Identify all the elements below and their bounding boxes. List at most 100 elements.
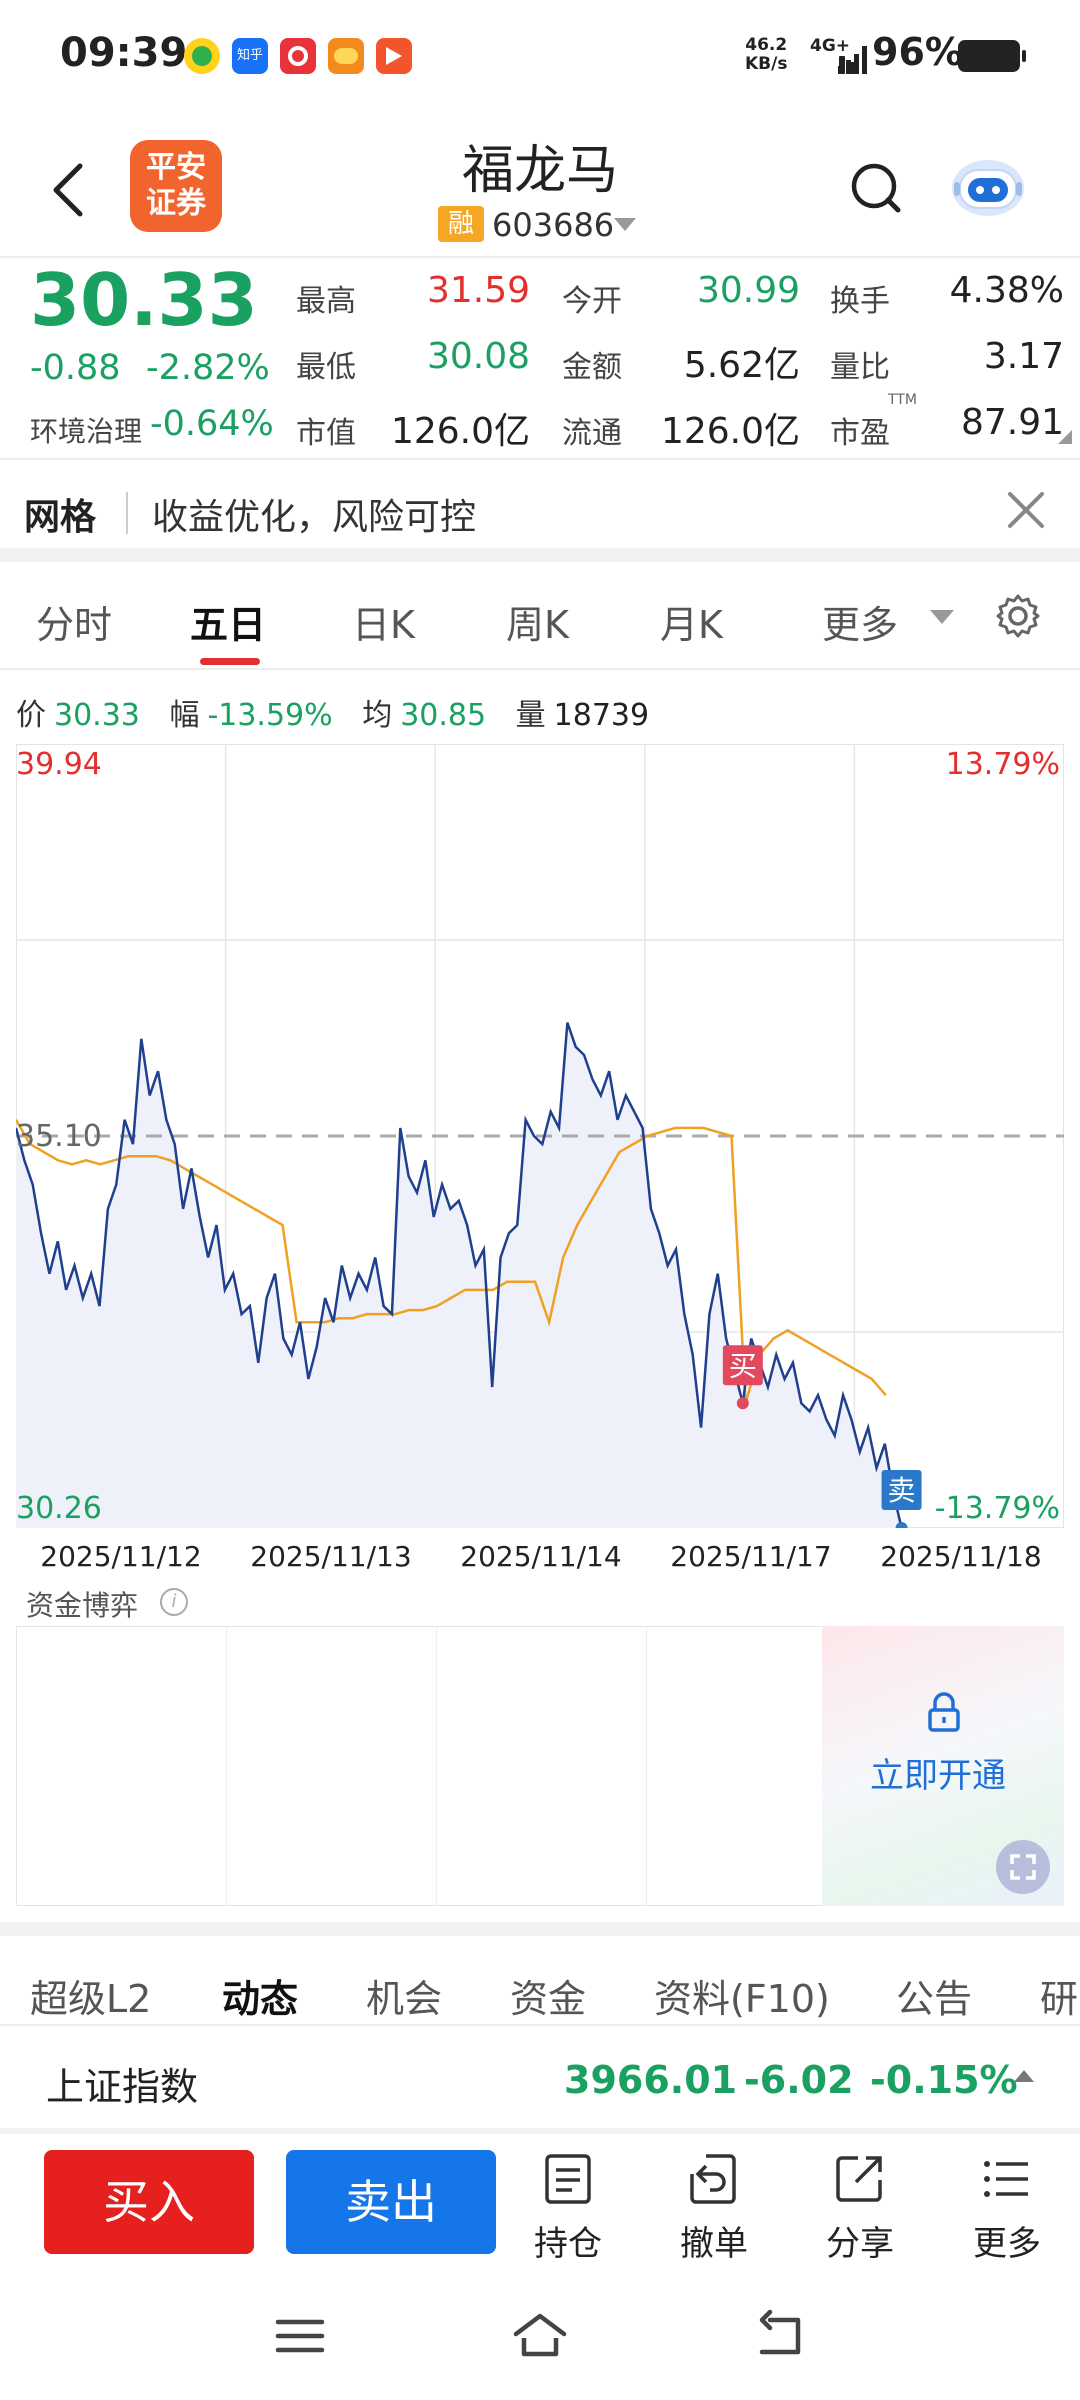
style-tag-title[interactable]: 网格 <box>24 488 96 540</box>
chart-info-line: 价 30.33 幅 -13.59% 均 30.85 量 18739 <box>16 690 669 734</box>
menu-list-icon[interactable] <box>980 2152 1034 2206</box>
tab-f10[interactable]: 资料(F10) <box>654 1968 830 2023</box>
pe-label: 市盈 <box>830 416 890 451</box>
back-nav-icon[interactable] <box>752 2308 808 2364</box>
sector-name[interactable]: 环境治理 <box>30 410 142 450</box>
price-change: -0.88 <box>30 348 121 388</box>
turnover-value: 4.38% <box>949 270 1064 311</box>
divider <box>0 2024 1080 2026</box>
tab-opportunity[interactable]: 机会 <box>366 1968 442 2023</box>
zhihu-app-icon: 知乎 <box>232 38 268 74</box>
tab-daily-k[interactable]: 日K <box>352 594 415 649</box>
robot-assistant-icon[interactable] <box>948 150 1028 220</box>
high-value: 31.59 <box>426 270 530 311</box>
chevron-up-icon[interactable] <box>1014 2070 1034 2082</box>
amount-value: 5.62亿 <box>683 345 800 386</box>
tab-research[interactable]: 研 <box>1040 1968 1078 2023</box>
market-cap-value: 126.0亿 <box>390 411 530 452</box>
document-list-icon[interactable] <box>541 2152 595 2206</box>
home-icon[interactable] <box>512 2308 568 2364</box>
divider <box>0 458 1080 460</box>
cursor-volume: 18739 <box>553 698 650 733</box>
share-button[interactable]: 分享 <box>810 2216 910 2265</box>
section-gap <box>0 2128 1080 2134</box>
date-label: 2025/11/13 <box>250 1540 412 1573</box>
index-change-pct: -0.15% <box>870 2058 1018 2102</box>
y-max-label: 39.94 <box>16 747 102 782</box>
search-icon[interactable] <box>848 160 904 216</box>
pe-ttm-label: TTM <box>888 392 917 408</box>
float-cap-label: 流通 <box>562 416 622 451</box>
float-cap-value: 126.0亿 <box>660 411 800 452</box>
corner-expand-icon[interactable] <box>1058 430 1072 444</box>
style-tag-text[interactable]: 收益优化，风险可控 <box>152 488 476 540</box>
low-label: 最低 <box>296 350 356 385</box>
tab-news[interactable]: 动态 <box>222 1968 298 2023</box>
menu-icon[interactable] <box>272 2308 328 2364</box>
orange-app-icon <box>328 38 364 74</box>
status-bar: 09:39 知乎 46.2 KB/s 4G+ 96% <box>0 0 1080 110</box>
chevron-down-icon[interactable] <box>614 218 636 231</box>
chevron-down-icon[interactable] <box>930 610 954 624</box>
positions-button[interactable]: 持仓 <box>518 2216 618 2265</box>
price-label: 价 <box>16 698 46 733</box>
lock-icon <box>928 1692 960 1732</box>
buy-button[interactable]: 买入 <box>44 2150 254 2254</box>
vol-label: 量 <box>515 698 546 733</box>
avg-label: 均 <box>362 698 393 733</box>
green-circle-app-icon <box>184 38 220 74</box>
high-label: 最高 <box>296 284 356 319</box>
expand-icon[interactable] <box>996 1840 1050 1894</box>
five-day-chart-plot[interactable]: 35.10 39.94 30.26 13.79% -13.79% 买 卖 <box>16 744 1064 1528</box>
stock-code[interactable]: 603686 <box>492 206 614 244</box>
tab-monthly-k[interactable]: 月K <box>660 594 723 649</box>
unlock-button[interactable]: 立即开通 <box>870 1748 1006 1797</box>
more-actions-button[interactable]: 更多 <box>957 2216 1057 2265</box>
stock-name[interactable]: 福龙马 <box>0 128 1080 203</box>
tab-announcements[interactable]: 公告 <box>896 1968 972 2023</box>
price-change-pct: -2.82% <box>146 348 270 388</box>
info-icon[interactable]: i <box>160 1588 188 1616</box>
net-speed-value: 46.2 <box>745 35 788 55</box>
volume-ratio-value: 3.17 <box>983 336 1064 377</box>
cursor-price: 30.33 <box>54 698 140 733</box>
tab-five-day[interactable]: 五日 <box>190 594 266 649</box>
amount-label: 金额 <box>562 350 622 385</box>
sell-button[interactable]: 卖出 <box>286 2150 496 2254</box>
tab-intraday[interactable]: 分时 <box>36 594 112 649</box>
buy-marker-label: 买 <box>729 1349 757 1382</box>
reference-price-label: 35.10 <box>16 1119 102 1154</box>
tab-super-l2[interactable]: 超级L2 <box>30 1968 151 2023</box>
volume-ratio-label: 量比 <box>830 350 890 385</box>
pct-max-label: 13.79% <box>946 747 1060 782</box>
tab-weekly-k[interactable]: 周K <box>506 594 569 649</box>
low-value: 30.08 <box>426 336 530 377</box>
last-price: 30.33 <box>30 258 258 342</box>
date-label: 2025/11/17 <box>670 1540 832 1573</box>
market-cap-label: 市值 <box>296 416 356 451</box>
close-icon[interactable] <box>1004 488 1048 532</box>
battery-icon <box>958 40 1026 72</box>
index-name[interactable]: 上证指数 <box>46 2056 198 2111</box>
divider <box>0 668 1080 670</box>
sell-marker-label: 卖 <box>888 1474 916 1507</box>
cancel-order-button[interactable]: 撤单 <box>664 2216 764 2265</box>
range-label: 幅 <box>169 698 200 733</box>
net-speed: 46.2 KB/s <box>745 36 787 74</box>
index-change: -6.02 <box>744 2058 854 2102</box>
margin-badge: 融 <box>438 206 484 242</box>
share-icon[interactable] <box>832 2152 886 2206</box>
sector-change-pct[interactable]: -0.64% <box>150 404 274 444</box>
tab-more[interactable]: 更多 <box>822 594 898 649</box>
gear-icon[interactable] <box>994 592 1042 640</box>
price-area <box>16 1022 902 1528</box>
pe-value: 87.91 <box>960 402 1064 443</box>
signal-strength-icon <box>838 46 868 74</box>
date-label: 2025/11/14 <box>460 1540 622 1573</box>
section-gap <box>0 1922 1080 1936</box>
date-label: 2025/11/18 <box>880 1540 1042 1573</box>
undo-order-icon[interactable] <box>686 2152 740 2206</box>
tab-funds[interactable]: 资金 <box>510 1968 586 2023</box>
pct-min-label: -13.79% <box>935 1491 1060 1526</box>
net-speed-unit: KB/s <box>745 54 788 74</box>
